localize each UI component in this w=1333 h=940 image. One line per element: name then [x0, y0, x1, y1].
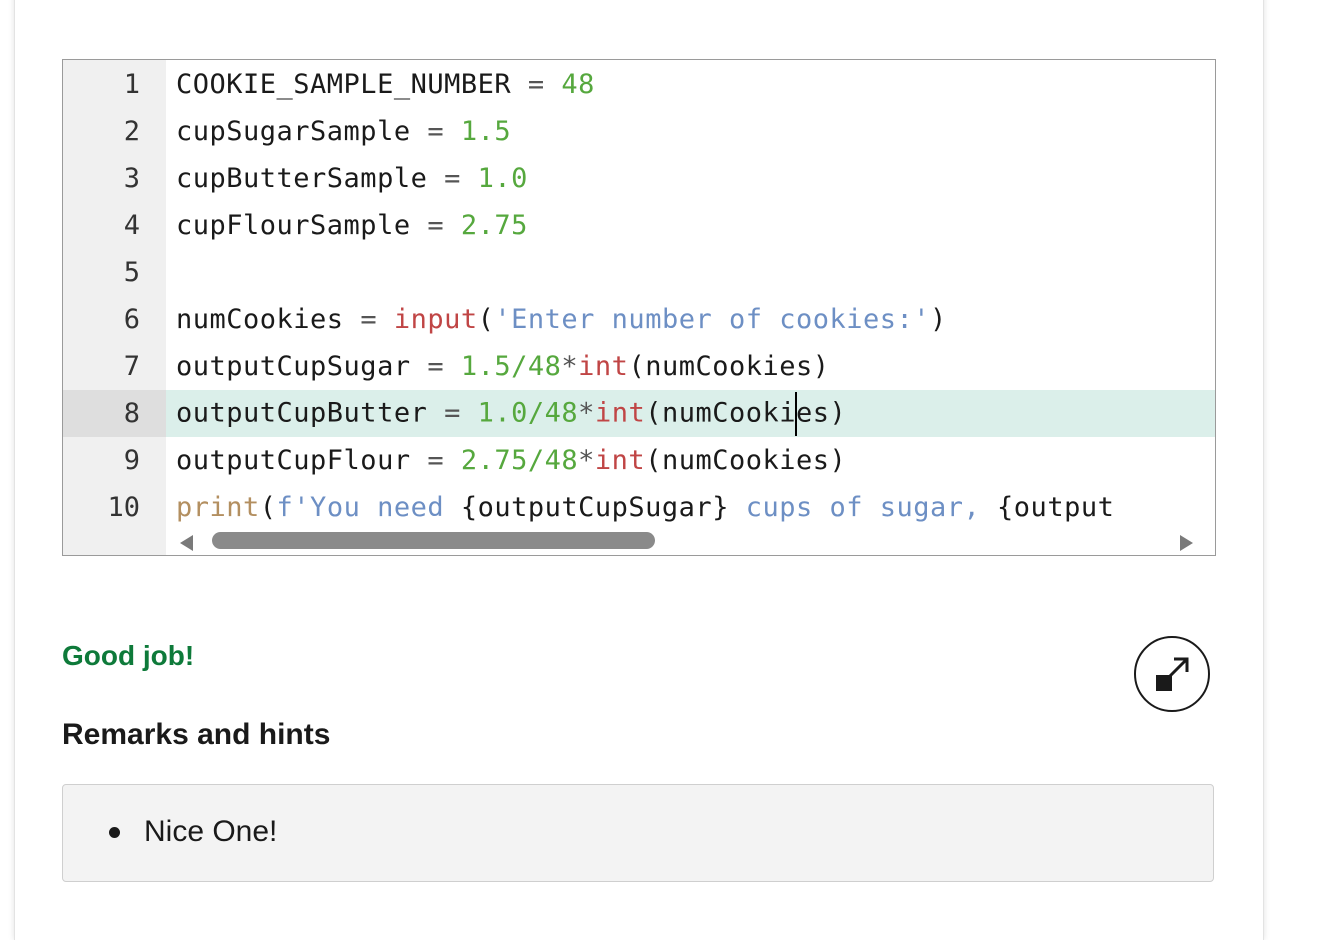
code-token: numCookies	[176, 304, 344, 335]
line-number: 2	[123, 116, 140, 147]
code-token: (numCookies)	[645, 445, 847, 476]
code-token: cups of sugar,	[728, 492, 998, 523]
code-token: 2.75	[460, 210, 528, 241]
code-token: COOKIE_SAMPLE_NUMBER	[176, 69, 512, 100]
code-token: 1.0	[477, 163, 528, 194]
line-number: 9	[123, 445, 140, 476]
line-number: 3	[123, 163, 140, 194]
line-number: 1	[123, 69, 140, 100]
code-token: *	[578, 445, 595, 476]
hints-box: Nice One!	[62, 784, 1214, 882]
line-number: 5	[123, 257, 140, 288]
code-token: f'You need	[276, 492, 461, 523]
code-token: int	[594, 397, 646, 428]
code-text[interactable]: cupSugarSample = 1.5	[166, 116, 511, 147]
code-token: 1.0/48	[477, 397, 579, 428]
code-token: input	[393, 304, 478, 335]
code-text[interactable]: outputCupButter = 1.0/48*int(numCookies)	[166, 391, 847, 436]
code-token: (numCooki	[645, 397, 797, 428]
code-token: int	[594, 445, 646, 476]
code-token: {outputCupSugar}	[460, 492, 729, 523]
code-token: 1.5	[460, 116, 512, 147]
code-text[interactable]: numCookies = input('Enter number of cook…	[166, 304, 947, 335]
code-line[interactable]: 2 cupSugarSample = 1.5	[63, 108, 1215, 155]
code-text[interactable]: outputCupFlour = 2.75/48*int(numCookies)	[166, 445, 846, 476]
code-token: =	[511, 69, 562, 100]
code-token: (	[259, 492, 277, 523]
code-token: =	[410, 210, 461, 241]
code-token: 48	[561, 69, 595, 100]
feedback-message: Good job!	[62, 640, 195, 671]
code-line[interactable]: 9 outputCupFlour = 2.75/48*int(numCookies…	[63, 437, 1215, 484]
code-token: =	[343, 304, 394, 335]
arrow-left-icon[interactable]	[180, 535, 193, 551]
code-token: outputCupButter	[176, 397, 428, 428]
line-number: 8	[63, 390, 166, 437]
code-editor[interactable]: 1 COOKIE_SAMPLE_NUMBER = 48 2 cupSugarSampl…	[62, 59, 1216, 556]
scrollbar-thumb[interactable]	[212, 532, 655, 549]
code-text[interactable]: COOKIE_SAMPLE_NUMBER = 48	[166, 69, 595, 100]
hint-text: Nice One!	[144, 815, 278, 848]
remarks-heading: Remarks and hints	[62, 718, 331, 751]
code-line[interactable]: 8 outputCupButter = 1.0/48*int(numCookies…	[63, 390, 1215, 437]
line-number: 6	[123, 304, 140, 335]
code-token: =	[410, 445, 461, 476]
code-token: =	[427, 397, 478, 428]
code-token: es)	[796, 397, 847, 428]
code-token: int	[578, 351, 629, 382]
horizontal-scrollbar[interactable]	[166, 528, 1215, 555]
code-token: =	[410, 116, 461, 147]
arrow-right-icon[interactable]	[1180, 535, 1193, 551]
code-token: outputCupFlour	[176, 445, 411, 476]
code-token: =	[410, 351, 461, 382]
code-line[interactable]: 1 COOKIE_SAMPLE_NUMBER = 48	[63, 61, 1215, 108]
code-line[interactable]: 3 cupButterSample = 1.0	[63, 155, 1215, 202]
code-token: cupButterSample	[176, 163, 428, 194]
code-token: 1.5/48	[460, 351, 562, 382]
code-text[interactable]: outputCupSugar = 1.5/48*int(numCookies)	[166, 351, 830, 382]
line-number: 10	[107, 492, 140, 523]
line-number: 7	[123, 351, 140, 382]
code-token: *	[561, 351, 579, 382]
line-number: 4	[123, 210, 140, 241]
expand-button[interactable]	[1134, 636, 1210, 712]
code-token: cupSugarSample	[176, 116, 411, 147]
code-line[interactable]: 5	[63, 249, 1215, 296]
code-token: {output	[997, 492, 1115, 523]
code-token: 2.75/48	[460, 445, 579, 476]
code-line[interactable]: 7 outputCupSugar = 1.5/48*int(numCookies)	[63, 343, 1215, 390]
code-token: (numCookies)	[628, 351, 830, 382]
code-token: )	[930, 304, 947, 335]
expand-icon	[1156, 657, 1189, 691]
code-token: cupFlourSample	[176, 210, 411, 241]
code-token: (	[477, 304, 495, 335]
code-line[interactable]: 10 print(f'You need {outputCupSugar} cups…	[63, 484, 1215, 531]
code-token: =	[427, 163, 478, 194]
hint-list-item: Nice One!	[109, 815, 277, 849]
code-token: outputCupSugar	[176, 351, 411, 382]
code-text[interactable]: print(f'You need {outputCupSugar} cups o…	[166, 492, 1114, 523]
code-token: 'Enter number of cookies:'	[494, 304, 931, 335]
bullet-icon	[109, 826, 120, 838]
code-line[interactable]: 4 cupFlourSample = 2.75	[63, 202, 1215, 249]
code-token: *	[578, 397, 595, 428]
code-line[interactable]: 6 numCookies = input('Enter number of coo…	[63, 296, 1215, 343]
code-text[interactable]: cupButterSample = 1.0	[166, 163, 528, 194]
code-text[interactable]: cupFlourSample = 2.75	[166, 210, 528, 241]
code-token: print	[176, 492, 260, 523]
